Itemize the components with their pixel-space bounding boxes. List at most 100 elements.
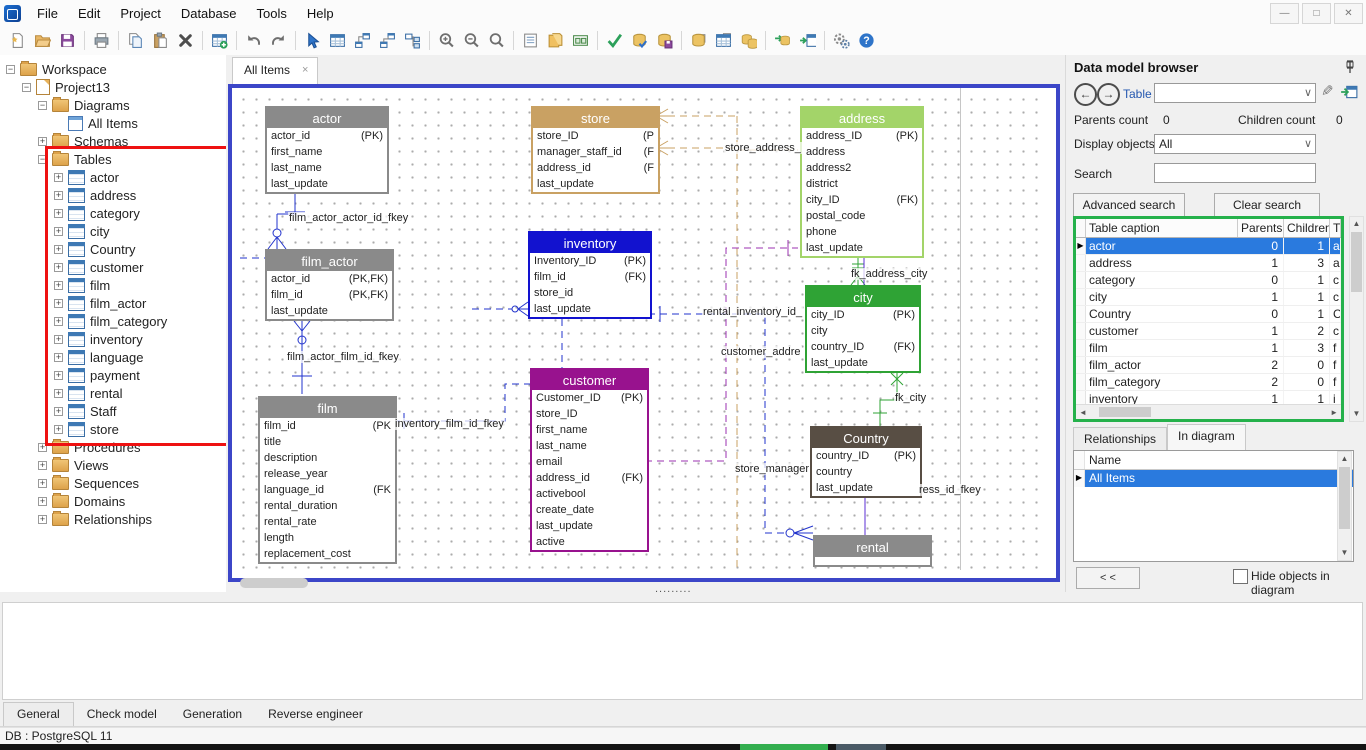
expander-icon[interactable]: + <box>54 407 63 416</box>
menu-file[interactable]: File <box>27 2 68 25</box>
card-view-button[interactable] <box>568 28 593 53</box>
tree-item-actor[interactable]: +actor <box>0 168 226 186</box>
table-row-film_category[interactable]: film_category20f <box>1076 374 1341 391</box>
tree-item-relationships[interactable]: +Relationships <box>0 510 226 528</box>
tree-item-country[interactable]: +Country <box>0 240 226 258</box>
tree-item-diagrams[interactable]: −Diagrams <box>0 96 226 114</box>
expander-icon[interactable]: + <box>54 299 63 308</box>
expander-icon[interactable]: + <box>54 371 63 380</box>
tree-item-film_actor[interactable]: +film_actor <box>0 294 226 312</box>
table-row-Country[interactable]: Country01C <box>1076 306 1341 323</box>
copy-button[interactable] <box>123 28 148 53</box>
expander-icon[interactable]: + <box>54 335 63 344</box>
delete-button[interactable] <box>173 28 198 53</box>
expander-icon[interactable]: + <box>54 245 63 254</box>
diagram-table-rental[interactable]: rental <box>813 535 932 567</box>
expander-icon[interactable]: + <box>38 479 47 488</box>
list-item-all-items[interactable]: ▶All Items <box>1074 470 1353 487</box>
tab-all-items[interactable]: All Items × <box>232 57 318 84</box>
bottom-tab-reverse-engineer[interactable]: Reverse engineer <box>255 703 376 726</box>
expander-icon[interactable]: + <box>54 281 63 290</box>
table-button[interactable] <box>325 28 350 53</box>
database-check-button[interactable] <box>627 28 652 53</box>
diagram-table-film_actor[interactable]: film_actoractor_id(PK,FK)film_id(PK,FK)l… <box>265 249 394 321</box>
splitter-handle[interactable]: ......... <box>655 583 692 595</box>
diagram-table-film[interactable]: filmfilm_id(PKtitledescriptionrelease_ye… <box>258 396 397 564</box>
scroll-down-arrow[interactable]: ▼ <box>1350 407 1363 421</box>
save-button[interactable] <box>55 28 80 53</box>
tree-item-project13[interactable]: −Project13 <box>0 78 226 96</box>
diagram-table-Country[interactable]: Countrycountry_ID(PK)countrylast_update <box>810 426 922 498</box>
add-to-diagram-icon[interactable] <box>1340 83 1358 101</box>
diagram-table-actor[interactable]: actoractor_id(PK)first_namelast_namelast… <box>265 106 389 194</box>
import-database-button[interactable] <box>770 28 795 53</box>
back-button[interactable]: ← <box>1074 83 1097 106</box>
tree-item-address[interactable]: +address <box>0 186 226 204</box>
tree-item-workspace[interactable]: −Workspace <box>0 60 226 78</box>
expander-icon[interactable]: + <box>38 137 47 146</box>
add-table-button[interactable] <box>207 28 232 53</box>
bottom-tab-generation[interactable]: Generation <box>170 703 255 726</box>
table-row-film[interactable]: film13f <box>1076 340 1341 357</box>
bottom-tab-check-model[interactable]: Check model <box>74 703 170 726</box>
hide-objects-checkbox[interactable] <box>1233 569 1248 584</box>
expander-icon[interactable]: + <box>54 209 63 218</box>
table-combobox[interactable]: ∨ <box>1154 83 1316 103</box>
reference-two-button[interactable] <box>375 28 400 53</box>
tree-item-views[interactable]: +Views <box>0 456 226 474</box>
forward-button[interactable]: → <box>1097 83 1120 106</box>
menu-database[interactable]: Database <box>171 2 247 25</box>
copy-table-button[interactable] <box>711 28 736 53</box>
scroll-left-arrow[interactable]: ◄ <box>1079 408 1087 417</box>
search-input[interactable] <box>1154 163 1316 183</box>
tree-item-sequences[interactable]: +Sequences <box>0 474 226 492</box>
grid-column-header-table-caption[interactable]: Table caption <box>1086 219 1238 237</box>
scroll-right-arrow[interactable]: ► <box>1330 408 1338 417</box>
print-button[interactable] <box>89 28 114 53</box>
tree-item-customer[interactable]: +customer <box>0 258 226 276</box>
diagram-canvas[interactable]: actoractor_id(PK)first_namelast_namelast… <box>232 88 1048 570</box>
tree-item-payment[interactable]: +payment <box>0 366 226 384</box>
model-hierarchy-button[interactable] <box>400 28 425 53</box>
scroll-up-arrow[interactable]: ▲ <box>1338 452 1351 466</box>
tab-relationships[interactable]: Relationships <box>1073 427 1167 450</box>
menu-project[interactable]: Project <box>110 2 170 25</box>
tab-close-icon[interactable]: × <box>302 64 308 76</box>
table-row-actor[interactable]: ▶actor01a <box>1076 238 1341 255</box>
tree-item-inventory[interactable]: +inventory <box>0 330 226 348</box>
table-row-customer[interactable]: customer12c <box>1076 323 1341 340</box>
redo-button[interactable] <box>266 28 291 53</box>
reference-one-button[interactable] <box>350 28 375 53</box>
grid-column-header-children[interactable]: Children <box>1284 219 1330 237</box>
paste-button[interactable] <box>148 28 173 53</box>
display-objects-combobox[interactable]: All ∨ <box>1154 134 1316 154</box>
check-model-button[interactable] <box>602 28 627 53</box>
expander-icon[interactable]: + <box>38 515 47 524</box>
tree-item-procedures[interactable]: +Procedures <box>0 438 226 456</box>
tree-item-all-items[interactable]: All Items <box>0 114 226 132</box>
close-button[interactable]: ✕ <box>1334 3 1363 24</box>
tree-item-domains[interactable]: +Domains <box>0 492 226 510</box>
expander-icon[interactable]: + <box>38 461 47 470</box>
grid-column-header-t[interactable]: T <box>1330 219 1341 237</box>
grid-vscrollbar[interactable]: ▲ ▼ <box>1349 216 1364 422</box>
table-row-film_actor[interactable]: film_actor20f <box>1076 357 1341 374</box>
expander-icon[interactable]: + <box>54 191 63 200</box>
table-row-city[interactable]: city11c <box>1076 289 1341 306</box>
canvas-hscrollbar-thumb[interactable] <box>240 578 308 588</box>
diagram-table-customer[interactable]: customerCustomer_ID(PK)store_IDfirst_nam… <box>530 368 649 552</box>
expander-icon[interactable]: − <box>38 101 47 110</box>
expander-icon[interactable]: + <box>54 353 63 362</box>
list-vscrollbar-thumb[interactable] <box>1339 467 1350 529</box>
tree-item-tables[interactable]: −Tables <box>0 150 226 168</box>
tab-in-diagram[interactable]: In diagram <box>1167 424 1246 450</box>
tree-item-staff[interactable]: +Staff <box>0 402 226 420</box>
tree-item-schemas[interactable]: +Schemas <box>0 132 226 150</box>
clear-search-button[interactable]: Clear search <box>1214 193 1320 217</box>
tree-item-city[interactable]: +city <box>0 222 226 240</box>
expander-icon[interactable]: − <box>38 155 47 164</box>
copy-database-button[interactable] <box>686 28 711 53</box>
expander-icon[interactable]: − <box>6 65 15 74</box>
output-log-area[interactable] <box>2 602 1363 700</box>
zoom-find-button[interactable] <box>484 28 509 53</box>
